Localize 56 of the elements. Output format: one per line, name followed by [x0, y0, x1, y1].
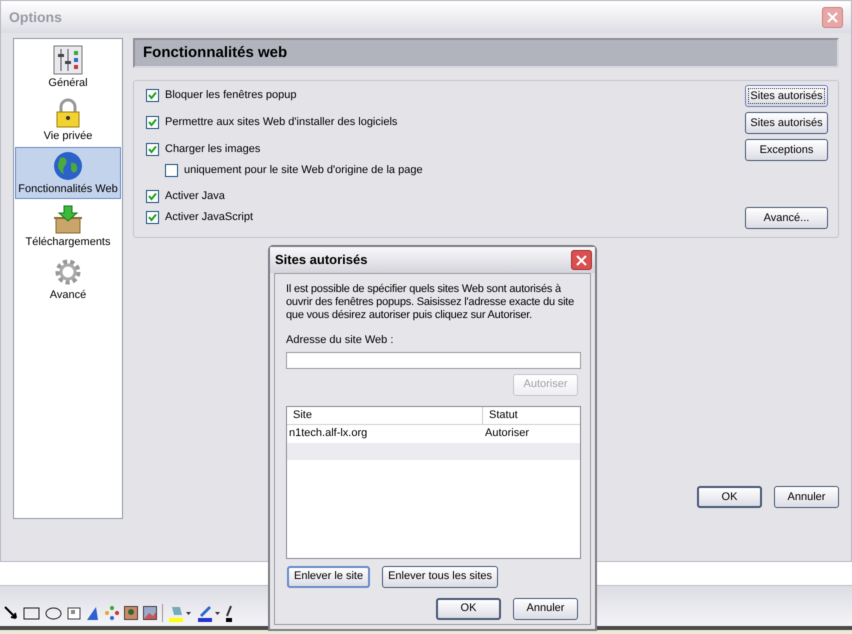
close-button[interactable] — [571, 250, 592, 270]
remove-button[interactable]: Enlever tous les sites — [382, 566, 498, 588]
options-button[interactable]: Exceptions — [745, 139, 828, 161]
checkbox[interactable] — [165, 164, 178, 177]
options-button[interactable]: Avancé... — [745, 207, 828, 229]
options-button[interactable]: Sites autorisés — [745, 85, 828, 107]
checkbox-label: Activer JavaScript — [165, 210, 254, 225]
globe-icon — [53, 151, 83, 181]
close-button[interactable] — [822, 6, 843, 28]
sliders-icon — [53, 45, 83, 75]
sidebar-item[interactable]: Fonctionnalités Web — [15, 147, 121, 199]
checkbox-label: Bloquer les fenêtres popup — [165, 88, 296, 103]
close-icon — [827, 12, 838, 22]
download-box-icon — [53, 204, 83, 234]
arrow-tool-icon[interactable] — [4, 606, 18, 620]
checkbox[interactable] — [146, 210, 159, 224]
dialog-title: Sites autorisés — [275, 251, 368, 270]
column-header[interactable]: Site — [287, 406, 483, 424]
fill-color-tool-icon[interactable] — [168, 604, 192, 622]
cancel-button[interactable]: Annuler — [513, 598, 578, 620]
table-cell-text: Autoriser — [484, 426, 530, 442]
checkbox-label: Activer Java — [165, 189, 225, 204]
field-label: Adresse du site Web : — [286, 333, 394, 348]
close-icon — [576, 254, 587, 266]
section-title: Fonctionnalités web — [143, 42, 288, 63]
ok-button[interactable]: OK — [697, 486, 762, 508]
sidebar-item[interactable]: Avancé — [15, 253, 121, 305]
rectangle-tool-icon[interactable] — [23, 606, 40, 620]
picture-tool-icon[interactable] — [143, 606, 157, 620]
oval-tool-icon[interactable] — [45, 606, 62, 620]
checkbox[interactable] — [146, 142, 159, 156]
diagram-tool-icon[interactable] — [105, 606, 119, 620]
line-color-tool-icon[interactable] — [197, 604, 221, 622]
ok-button[interactable]: OK — [436, 598, 501, 620]
remove-button[interactable]: Enlever le site — [287, 566, 370, 588]
clipart-tool-icon[interactable] — [124, 606, 138, 620]
options-button[interactable]: Sites autorisés — [745, 112, 828, 134]
column-header[interactable]: Statut — [483, 406, 580, 424]
checkbox[interactable] — [146, 88, 159, 102]
checkbox-label: Permettre aux sites Web d'installer des logiciels — [165, 115, 398, 130]
dialog-description: Il est possible de spécifier quels sites Web sont autorisés à ouvrir des fenêtres popups. Saisissez l'adresse exacte du site que vous désirez autoriser puis cliquez sur Autoriser. — [286, 283, 576, 322]
checkbox-label: Charger les images — [165, 142, 260, 157]
window-title: Options — [9, 8, 62, 27]
table-cell-text: n1tech.alf-lx.org — [288, 426, 368, 442]
checkbox[interactable] — [146, 190, 159, 203]
sidebar-item[interactable]: Téléchargements — [15, 200, 121, 252]
wordart-tool-icon[interactable] — [86, 606, 100, 620]
address-input-field[interactable] — [286, 352, 581, 368]
text-box-tool-icon[interactable] — [67, 606, 81, 620]
gear-icon — [53, 257, 83, 287]
sidebar-item[interactable]: Vie privée — [15, 94, 121, 146]
checkbox-label: uniquement pour le site Web d'origine de la page — [184, 163, 423, 178]
checkbox[interactable] — [146, 116, 159, 129]
font-color-tool-icon[interactable] — [226, 604, 232, 622]
sidebar-item[interactable]: Général — [15, 41, 121, 93]
cancel-button[interactable]: Annuler — [774, 486, 839, 508]
